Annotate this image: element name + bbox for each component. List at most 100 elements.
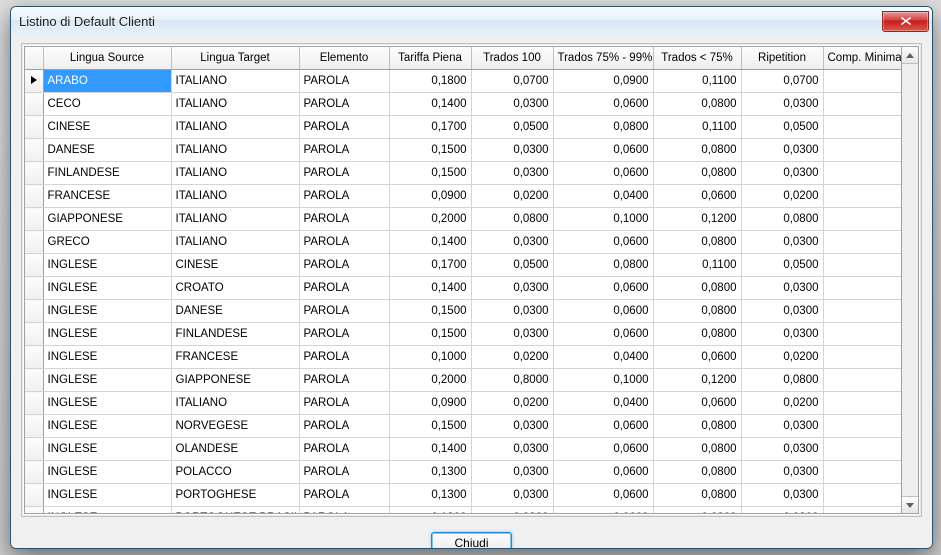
cell-lingua-source[interactable]: INGLESE: [43, 415, 171, 438]
col-lingua-target[interactable]: Lingua Target: [171, 47, 299, 70]
cell-lingua-source[interactable]: INGLESE: [43, 369, 171, 392]
cell-trados-100[interactable]: 0,0300: [471, 438, 553, 461]
cell-trados-100[interactable]: 0,0300: [471, 323, 553, 346]
cell-elemento[interactable]: PAROLA: [299, 507, 389, 515]
cell-trados-75-99[interactable]: 0,0600: [553, 323, 653, 346]
cell-comp-minima[interactable]: [823, 231, 902, 254]
cell-ripetition[interactable]: 0,0300: [741, 277, 823, 300]
cell-lingua-target[interactable]: PORTOGHESE: [171, 484, 299, 507]
cell-elemento[interactable]: PAROLA: [299, 392, 389, 415]
cell-trados-lt-75[interactable]: 0,0800: [653, 277, 741, 300]
row-indicator-cell[interactable]: [25, 116, 43, 139]
cell-trados-100[interactable]: 0,0300: [471, 277, 553, 300]
cell-trados-75-99[interactable]: 0,0400: [553, 185, 653, 208]
cell-comp-minima[interactable]: [823, 369, 902, 392]
cell-tariffa-piena[interactable]: 0,1500: [389, 323, 471, 346]
cell-lingua-source[interactable]: DANESE: [43, 139, 171, 162]
row-indicator-cell[interactable]: [25, 369, 43, 392]
cell-trados-75-99[interactable]: 0,0600: [553, 93, 653, 116]
cell-tariffa-piena[interactable]: 0,1500: [389, 139, 471, 162]
cell-tariffa-piena[interactable]: 0,1500: [389, 300, 471, 323]
cell-trados-100[interactable]: 0,0500: [471, 254, 553, 277]
cell-trados-100[interactable]: 0,0300: [471, 300, 553, 323]
cell-ripetition[interactable]: 0,0300: [741, 484, 823, 507]
cell-elemento[interactable]: PAROLA: [299, 116, 389, 139]
cell-trados-75-99[interactable]: 0,0600: [553, 438, 653, 461]
cell-lingua-source[interactable]: INGLESE: [43, 323, 171, 346]
cell-trados-100[interactable]: 0,0700: [471, 70, 553, 93]
cell-elemento[interactable]: PAROLA: [299, 93, 389, 116]
cell-elemento[interactable]: PAROLA: [299, 185, 389, 208]
cell-lingua-source[interactable]: FINLANDESE: [43, 162, 171, 185]
cell-comp-minima[interactable]: [823, 70, 902, 93]
cell-trados-100[interactable]: 0,0500: [471, 116, 553, 139]
cell-trados-75-99[interactable]: 0,1000: [553, 369, 653, 392]
cell-lingua-target[interactable]: NORVEGESE: [171, 415, 299, 438]
vertical-scrollbar[interactable]: [902, 46, 919, 514]
row-indicator-cell[interactable]: [25, 162, 43, 185]
price-grid[interactable]: Lingua Source Lingua Target Elemento Tar…: [24, 46, 902, 514]
cell-trados-75-99[interactable]: 0,0600: [553, 300, 653, 323]
cell-elemento[interactable]: PAROLA: [299, 139, 389, 162]
cell-trados-100[interactable]: 0,0200: [471, 392, 553, 415]
row-indicator-cell[interactable]: [25, 139, 43, 162]
scroll-up-icon[interactable]: [902, 47, 918, 64]
cell-comp-minima[interactable]: [823, 185, 902, 208]
table-row[interactable]: INGLESENORVEGESEPAROLA0,15000,03000,0600…: [25, 415, 902, 438]
cell-lingua-source[interactable]: INGLESE: [43, 392, 171, 415]
cell-comp-minima[interactable]: [823, 461, 902, 484]
cell-trados-75-99[interactable]: 0,0900: [553, 70, 653, 93]
table-row[interactable]: CECOITALIANOPAROLA0,14000,03000,06000,08…: [25, 93, 902, 116]
cell-trados-75-99[interactable]: 0,0600: [553, 277, 653, 300]
cell-tariffa-piena[interactable]: 0,2000: [389, 208, 471, 231]
cell-lingua-target[interactable]: FRANCESE: [171, 346, 299, 369]
cell-comp-minima[interactable]: [823, 139, 902, 162]
cell-trados-lt-75[interactable]: 0,0800: [653, 300, 741, 323]
cell-tariffa-piena[interactable]: 0,1400: [389, 93, 471, 116]
row-indicator-cell[interactable]: [25, 438, 43, 461]
cell-lingua-target[interactable]: ITALIANO: [171, 392, 299, 415]
row-indicator-cell[interactable]: [25, 507, 43, 515]
cell-ripetition[interactable]: 0,0800: [741, 208, 823, 231]
cell-comp-minima[interactable]: [823, 346, 902, 369]
table-row[interactable]: INGLESEPORTOGHESEPAROLA0,13000,03000,060…: [25, 484, 902, 507]
col-tariffa-piena[interactable]: Tariffa Piena: [389, 47, 471, 70]
cell-elemento[interactable]: PAROLA: [299, 461, 389, 484]
cell-ripetition[interactable]: 0,0300: [741, 162, 823, 185]
cell-lingua-source[interactable]: INGLESE: [43, 346, 171, 369]
cell-ripetition[interactable]: 0,0500: [741, 254, 823, 277]
cell-lingua-target[interactable]: ITALIANO: [171, 208, 299, 231]
cell-lingua-target[interactable]: ITALIANO: [171, 185, 299, 208]
col-trados-75-99[interactable]: Trados 75% - 99%: [553, 47, 653, 70]
cell-lingua-target[interactable]: GIAPPONESE: [171, 369, 299, 392]
cell-ripetition[interactable]: 0,0300: [741, 231, 823, 254]
cell-ripetition[interactable]: 0,0300: [741, 93, 823, 116]
cell-lingua-source[interactable]: INGLESE: [43, 507, 171, 515]
cell-lingua-source[interactable]: INGLESE: [43, 484, 171, 507]
cell-lingua-source[interactable]: INGLESE: [43, 254, 171, 277]
cell-ripetition[interactable]: 0,0300: [741, 415, 823, 438]
row-indicator-cell[interactable]: [25, 208, 43, 231]
cell-lingua-target[interactable]: POLACCO: [171, 461, 299, 484]
cell-lingua-source[interactable]: INGLESE: [43, 300, 171, 323]
cell-comp-minima[interactable]: [823, 415, 902, 438]
cell-ripetition[interactable]: 0,0300: [741, 438, 823, 461]
cell-lingua-target[interactable]: ITALIANO: [171, 231, 299, 254]
cell-lingua-source[interactable]: INGLESE: [43, 438, 171, 461]
cell-trados-75-99[interactable]: 0,0400: [553, 392, 653, 415]
table-row[interactable]: INGLESEPOLACCOPAROLA0,13000,03000,06000,…: [25, 461, 902, 484]
cell-tariffa-piena[interactable]: 0,1300: [389, 507, 471, 515]
col-trados-100[interactable]: Trados 100: [471, 47, 553, 70]
cell-trados-lt-75[interactable]: 0,1200: [653, 369, 741, 392]
cell-lingua-source[interactable]: GIAPPONESE: [43, 208, 171, 231]
cell-trados-75-99[interactable]: 0,0600: [553, 461, 653, 484]
cell-tariffa-piena[interactable]: 0,1700: [389, 116, 471, 139]
cell-ripetition[interactable]: 0,0300: [741, 461, 823, 484]
cell-trados-100[interactable]: 0,0800: [471, 208, 553, 231]
cell-trados-100[interactable]: 0,0300: [471, 415, 553, 438]
cell-lingua-target[interactable]: ITALIANO: [171, 139, 299, 162]
scroll-down-icon[interactable]: [902, 496, 918, 513]
row-indicator-cell[interactable]: [25, 346, 43, 369]
cell-elemento[interactable]: PAROLA: [299, 70, 389, 93]
cell-trados-lt-75[interactable]: 0,1100: [653, 116, 741, 139]
